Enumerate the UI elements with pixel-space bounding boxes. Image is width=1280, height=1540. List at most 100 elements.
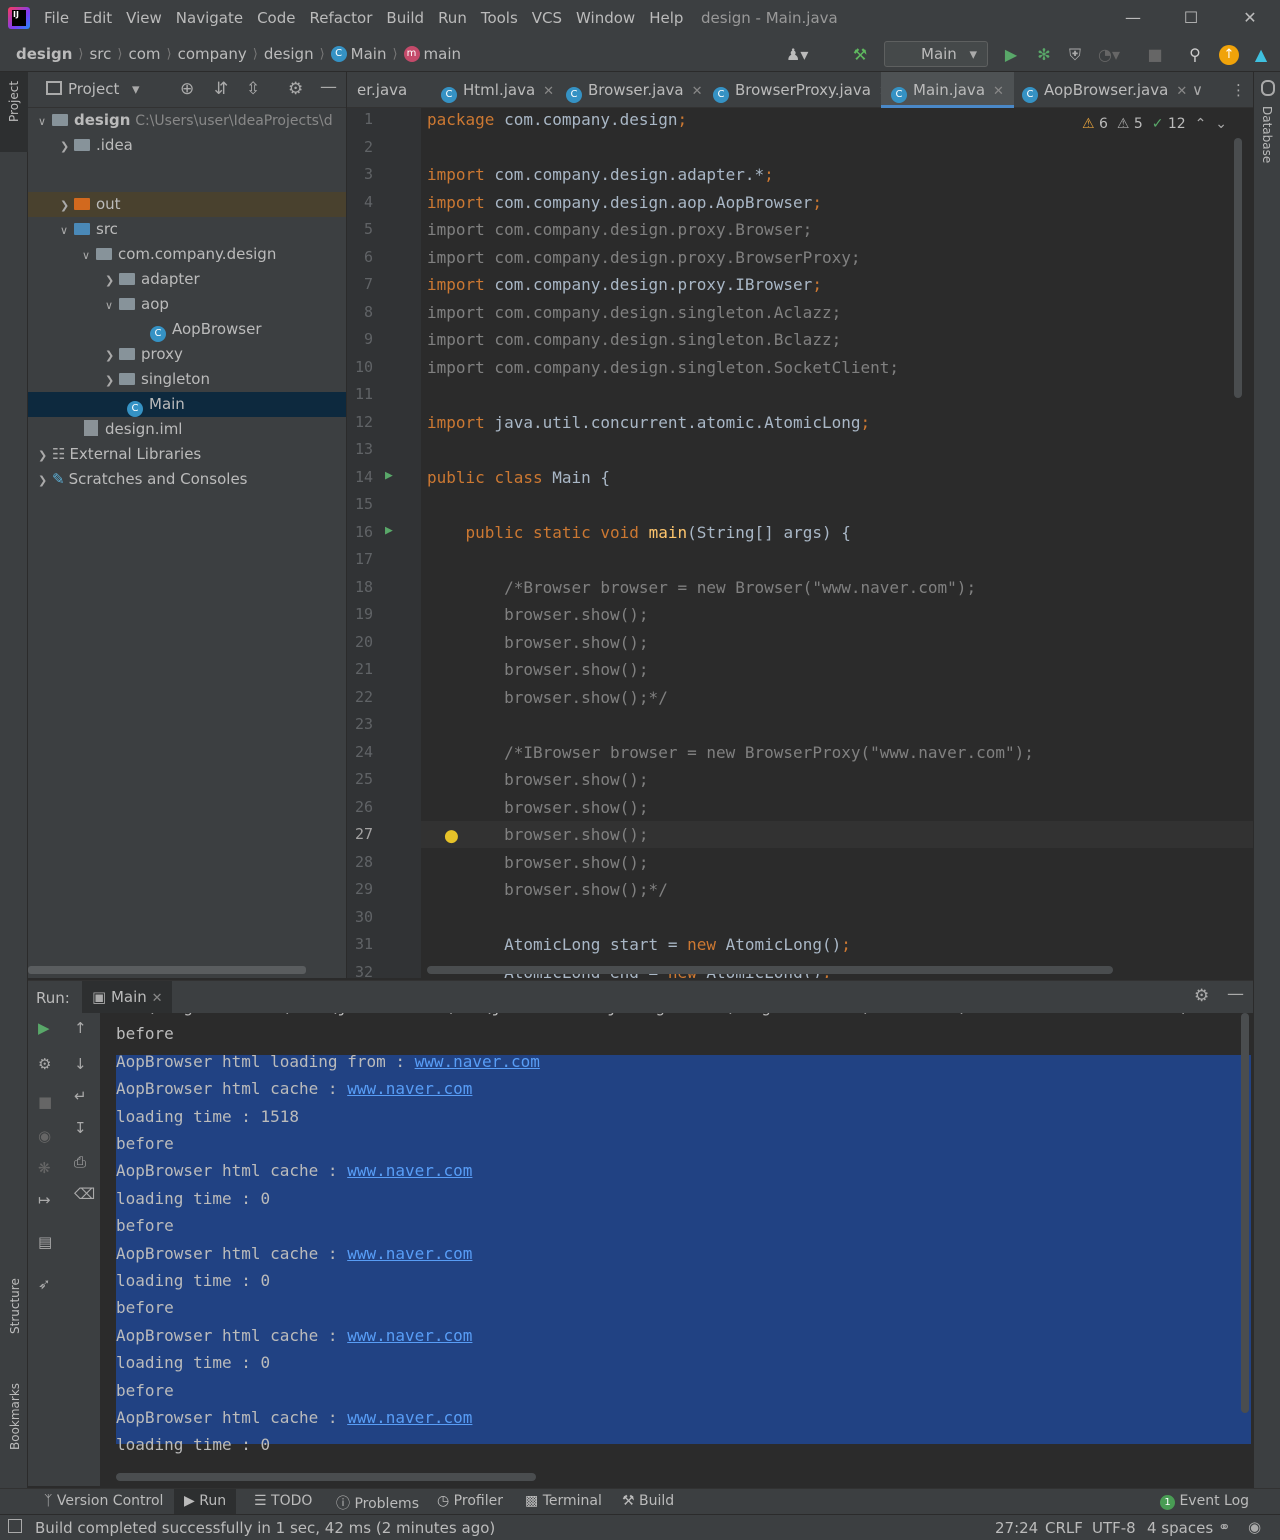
caret-position[interactable]: 27:24 [995, 1519, 1038, 1537]
user-icon[interactable]: ♟▾ [786, 45, 808, 65]
crumb-com[interactable]: com [128, 45, 160, 63]
tool-problems[interactable]: ⓘ Problems [336, 1493, 419, 1513]
rerun-icon[interactable]: ▶ [38, 1019, 50, 1037]
gear-icon[interactable]: ⚙ [1194, 986, 1209, 1006]
crumb-design[interactable]: design [16, 45, 72, 63]
update-icon[interactable]: ↑ [1219, 45, 1239, 65]
soft-wrap-icon[interactable]: ↵ [74, 1087, 87, 1105]
run-gutter-icon[interactable]: ▶ [385, 523, 393, 538]
vertical-scrollbar[interactable] [1234, 138, 1242, 398]
layout-icon[interactable]: ▤ [38, 1233, 52, 1251]
expand-all-icon[interactable]: ⇵ [214, 79, 228, 99]
menu-tools[interactable]: Tools [481, 9, 518, 27]
close-tab-icon[interactable]: ✕ [152, 991, 163, 1006]
search-icon[interactable]: ⚲ [1185, 45, 1205, 65]
menu-refactor[interactable]: Refactor [309, 9, 372, 27]
wrench-icon[interactable]: ⚙ [38, 1055, 51, 1073]
previous-highlight-icon[interactable]: ⌃ [1195, 116, 1207, 132]
tree-item-design[interactable]: ∨ design C:\Users\user\IdeaProjects\d [38, 108, 333, 133]
tool-todo[interactable]: ☰ TODO [254, 1493, 312, 1509]
code-editor[interactable]: 1 2 3 4 5 6 7 8 9 10 11 12 13 14 15 16 17 18 19 20 21 22 23 24 2… [347, 108, 1253, 978]
coverage-icon[interactable]: ⛨ [1065, 45, 1085, 65]
build-hammer-icon[interactable]: ⚒ [850, 45, 870, 65]
more-icon[interactable]: ⋮ [1231, 72, 1246, 108]
tree-item-com-company-design[interactable]: ∨ com.company.design [82, 242, 276, 267]
stop-icon[interactable]: ■ [1145, 45, 1165, 65]
tree-item-idea[interactable]: ❯ .idea [60, 133, 133, 158]
menu-run[interactable]: Run [438, 9, 467, 27]
stop-icon[interactable]: ■ [38, 1093, 52, 1111]
locate-icon[interactable]: ⊕ [180, 79, 194, 99]
settings-icon[interactable]: ❋ [38, 1159, 51, 1177]
menu-window[interactable]: Window [576, 9, 635, 27]
print-icon[interactable]: ⎙ [74, 1153, 86, 1171]
run-config-select[interactable]: Main ▾ [884, 41, 988, 67]
horizontal-scrollbar[interactable] [28, 966, 306, 974]
menu-help[interactable]: Help [649, 9, 683, 27]
tree-item-scratches[interactable]: ❯ ✎ Scratches and Consoles [38, 467, 248, 492]
tool-terminal[interactable]: ▩ Terminal [525, 1493, 602, 1509]
hide-panel-icon[interactable]: — [320, 77, 337, 97]
chevron-down-icon[interactable]: ▾ [132, 80, 140, 98]
debug-icon[interactable]: ✻ [1034, 45, 1054, 65]
menu-navigate[interactable]: Navigate [176, 9, 243, 27]
tool-run[interactable]: ▶ Run [174, 1489, 237, 1515]
tab-aopbrowser-java[interactable]: C AopBrowser.java ✕ [1016, 72, 1193, 108]
console-vertical-scrollbar[interactable] [1241, 1013, 1249, 1413]
menu-file[interactable]: File [44, 9, 69, 27]
inspection-widget[interactable]: ⚠ 6 ⚠ 5 ✓ 12 ⌃ ⌄ [1082, 116, 1227, 132]
crumb-src[interactable]: src [89, 45, 111, 63]
menu-vcs[interactable]: VCS [532, 9, 562, 27]
memory-icon[interactable]: ◉ [1248, 1518, 1261, 1536]
tab-browser-java[interactable]: C Browser.java ✕ [560, 72, 709, 108]
crumb-main-class[interactable]: Main [351, 45, 387, 63]
console-horizontal-scrollbar[interactable] [116, 1473, 536, 1481]
structure-tool-label[interactable]: Structure [8, 1278, 22, 1334]
exit-icon[interactable]: ↦ [38, 1191, 51, 1209]
menu-code[interactable]: Code [257, 9, 295, 27]
gear-icon[interactable]: ⚙ [288, 79, 303, 99]
project-tool-tab[interactable]: Project [0, 72, 28, 152]
menu-edit[interactable]: Edit [83, 9, 112, 27]
tree-item-adapter[interactable]: ❯ adapter [105, 267, 200, 292]
collapse-all-icon[interactable]: ⇳ [246, 79, 260, 99]
project-title[interactable]: Project [68, 80, 119, 98]
close-window-icon[interactable]: ✕ [1235, 4, 1265, 32]
console-output[interactable]: "C:\Program Files\Java\jdk-11.0.13\bin\j… [100, 1013, 1253, 1486]
close-tab-icon[interactable]: ✕ [1176, 84, 1187, 99]
tree-item-src[interactable]: ∨ src [60, 217, 118, 242]
tree-item-aopbrowser[interactable]: C AopBrowser [150, 317, 261, 342]
crumb-design-package[interactable]: design [264, 45, 314, 63]
tab-er-java[interactable]: er.java [351, 72, 413, 108]
tool-profiler[interactable]: ◷ Profiler [437, 1493, 503, 1509]
editor-horizontal-scrollbar[interactable] [427, 966, 1113, 974]
lightbulb-icon[interactable]: ● [444, 826, 459, 846]
crumb-company[interactable]: company [178, 45, 247, 63]
tool-build[interactable]: ⚒ Build [622, 1493, 674, 1509]
tree-item-aop[interactable]: ∨ aop [105, 292, 169, 317]
tab-browserproxy-java[interactable]: CBrowserProxy.java✕ [707, 72, 896, 108]
tree-item-main[interactable]: C Main [127, 392, 185, 417]
tree-item-design-iml[interactable]: design.iml [84, 417, 182, 442]
close-tab-icon[interactable]: ✕ [692, 84, 703, 99]
crumb-main-method[interactable]: main [424, 45, 461, 63]
database-tool-label[interactable]: Database [1260, 106, 1274, 163]
run-icon[interactable]: ▶ [1001, 45, 1021, 65]
close-tab-icon[interactable]: ✕ [543, 84, 554, 99]
file-encoding[interactable]: UTF-8 [1092, 1519, 1136, 1537]
hide-panel-icon[interactable]: — [1227, 984, 1244, 1004]
code-with-me-icon[interactable]: ▲ [1251, 45, 1271, 65]
camera-icon[interactable]: ◉ [38, 1127, 51, 1145]
scroll-up-icon[interactable]: ↑ [74, 1019, 87, 1037]
chevron-down-icon[interactable]: ∨ [1192, 72, 1203, 108]
tool-version-control[interactable]: ᛉ Version Control [44, 1493, 163, 1509]
bookmarks-tool-label[interactable]: Bookmarks [8, 1383, 22, 1450]
event-log[interactable]: 1 Event Log [1160, 1493, 1249, 1510]
run-gutter-icon[interactable]: ▶ [385, 468, 393, 483]
menu-view[interactable]: View [126, 9, 162, 27]
tree-item-external-libraries[interactable]: ❯ ☷ External Libraries [38, 442, 201, 467]
tab-html-java[interactable]: C Html.java ✕ [435, 72, 560, 108]
scroll-to-end-icon[interactable]: ↧ [74, 1119, 87, 1137]
tree-item-proxy[interactable]: ❯ proxy [105, 342, 183, 367]
profile-icon[interactable]: ◔▾ [1098, 45, 1120, 65]
